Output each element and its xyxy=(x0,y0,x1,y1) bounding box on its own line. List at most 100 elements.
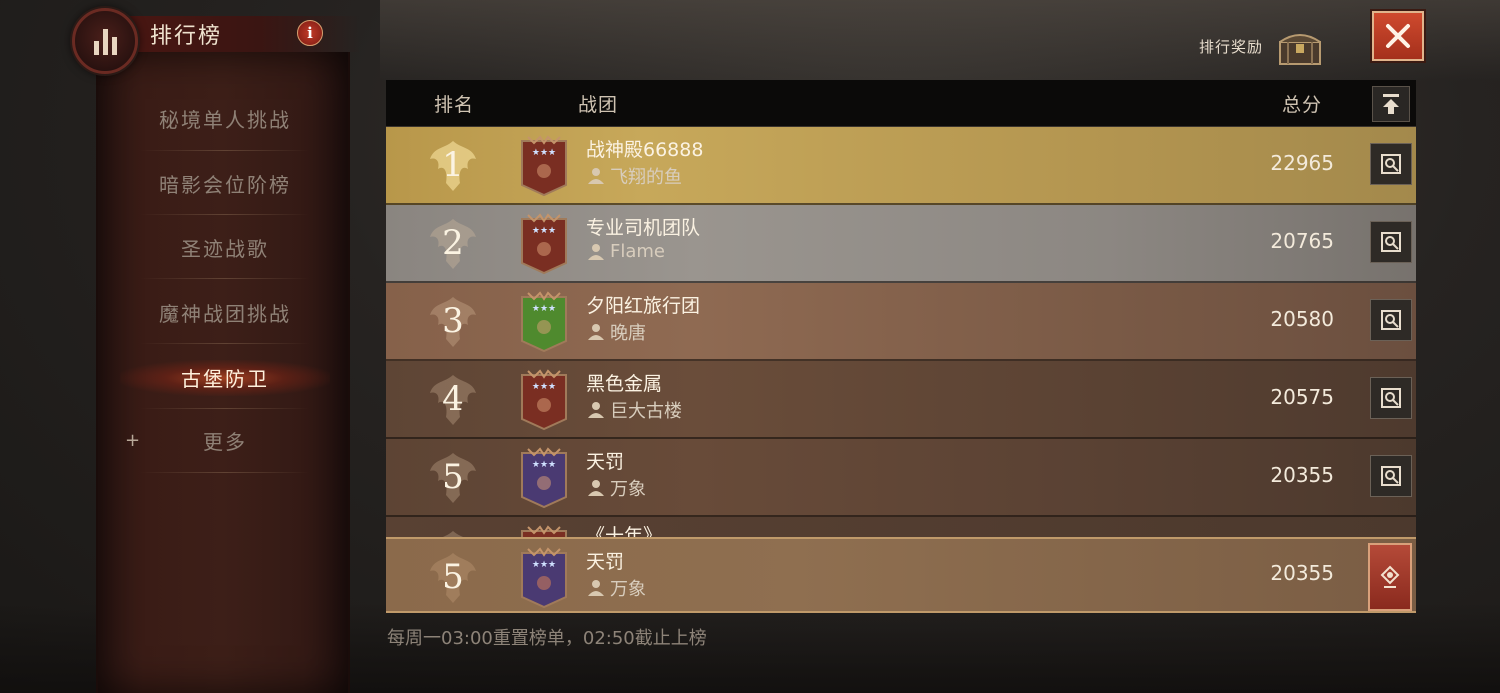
background-arch xyxy=(380,0,1500,90)
scroll-to-top-button[interactable] xyxy=(1372,86,1410,122)
rank-badge: 5 xyxy=(422,547,484,607)
leader-name: 飞翔的鱼 xyxy=(610,167,682,188)
guild-leader: Flame xyxy=(586,241,665,262)
treasure-chest-icon[interactable] xyxy=(1276,28,1324,66)
rank-number: 2 xyxy=(442,223,464,263)
my-guild-row: 5 ★★★ 天罚 万象 20355 xyxy=(386,537,1416,613)
rank-badge: 4 xyxy=(422,369,484,429)
leader-person-icon xyxy=(588,168,604,184)
table-row: 2 ★★★ 专业司机团队 Flame 20765 xyxy=(386,205,1416,283)
rank-badge: 2 xyxy=(422,213,484,273)
sidebar-item-castle-defense[interactable]: 古堡防卫 xyxy=(130,345,320,409)
leader-person-icon xyxy=(588,243,604,260)
view-guild-button[interactable] xyxy=(1370,377,1412,419)
sidebar-item-label: 魔神战团挑战 xyxy=(159,301,291,326)
table-row: 5 ★★★ 天罚 万象 20355 xyxy=(386,439,1416,517)
guild-banner-icon: ★★★ xyxy=(521,369,567,431)
view-details-icon xyxy=(1381,466,1401,486)
rank-badge: 3 xyxy=(422,291,484,351)
leader-name: 巨大古楼 xyxy=(610,401,682,422)
table-row: 3 ★★★ 夕阳红旅行团 晚唐 20580 xyxy=(386,283,1416,361)
guild-score: 20355 xyxy=(1270,561,1334,585)
view-details-icon xyxy=(1381,388,1401,408)
table-row: 1 ★★★ 战神殿66888 飞翔的鱼 22965 xyxy=(386,127,1416,205)
svg-text:★★★: ★★★ xyxy=(532,148,556,158)
svg-text:★★★: ★★★ xyxy=(532,460,556,470)
guild-name: 夕阳红旅行团 xyxy=(586,295,701,317)
view-guild-button[interactable] xyxy=(1370,143,1412,185)
svg-text:★★★: ★★★ xyxy=(532,304,556,314)
table-header: 排名 战团 总分 xyxy=(386,80,1416,127)
rank-badge: 1 xyxy=(422,135,484,195)
info-button[interactable]: i xyxy=(297,20,323,46)
sidebar-item-more[interactable]: 更多 xyxy=(130,408,320,472)
locate-marker-icon xyxy=(1380,565,1400,588)
guild-leader: 万象 xyxy=(586,575,646,601)
leader-person-icon xyxy=(588,324,604,340)
view-details-icon xyxy=(1381,232,1401,252)
svg-text:★★★: ★★★ xyxy=(532,226,556,236)
view-guild-button[interactable] xyxy=(1370,455,1412,497)
leader-name: Flame xyxy=(610,241,665,262)
reset-note: 每周一03:00重置榜单，02:50截止上榜 xyxy=(387,628,707,649)
sidebar-item-shadow-rank[interactable]: 暗影会位阶榜 xyxy=(130,151,320,215)
guild-leader: 巨大古楼 xyxy=(586,397,682,423)
leaderboard-icon xyxy=(72,8,138,74)
sidebar-item-label: 古堡防卫 xyxy=(181,366,269,391)
sidebar-divider xyxy=(140,278,310,279)
leader-name: 万象 xyxy=(610,579,646,600)
guild-leader: 晚唐 xyxy=(586,319,646,345)
close-icon xyxy=(1386,24,1410,48)
guild-name: 天罚 xyxy=(586,551,625,573)
guild-banner-icon: ★★★ xyxy=(521,135,567,197)
guild-score: 20765 xyxy=(1270,229,1334,253)
svg-text:★★★: ★★★ xyxy=(532,382,556,392)
guild-score: 20580 xyxy=(1270,307,1334,331)
leader-person-icon xyxy=(588,580,604,596)
guild-score: 22965 xyxy=(1270,151,1334,175)
sidebar-item-secret-realm[interactable]: 秘境单人挑战 xyxy=(130,86,320,150)
rank-number: 3 xyxy=(442,301,464,341)
sidebar-item-label: 更多 xyxy=(203,429,247,454)
rank-number: 5 xyxy=(442,557,464,597)
guild-leader: 万象 xyxy=(586,475,646,501)
guild-banner-icon: ★★★ xyxy=(521,213,567,275)
column-header-rank: 排名 xyxy=(434,94,475,116)
guild-name: 专业司机团队 xyxy=(586,217,701,239)
view-details-icon xyxy=(1381,154,1401,174)
sidebar-item-holy-warsong[interactable]: 圣迹战歌 xyxy=(130,215,320,279)
sidebar-item-label: 圣迹战歌 xyxy=(181,236,269,261)
sidebar-divider xyxy=(140,343,310,344)
rank-badge: 5 xyxy=(422,447,484,507)
guild-name: 战神殿66888 xyxy=(586,139,704,161)
rank-reward-label[interactable]: 排行奖励 xyxy=(1199,36,1263,57)
guild-name: 天罚 xyxy=(586,451,625,473)
rank-number: 4 xyxy=(442,379,464,419)
arrow-up-to-top-icon xyxy=(1383,94,1399,114)
guild-banner-icon: ★★★ xyxy=(521,547,567,609)
sidebar-divider xyxy=(140,472,310,473)
rank-number: 5 xyxy=(442,457,464,497)
view-guild-button[interactable] xyxy=(1370,299,1412,341)
sidebar-item-label: 秘境单人挑战 xyxy=(159,107,291,132)
my-guild-locate-button[interactable] xyxy=(1368,543,1412,611)
column-header-guild: 战团 xyxy=(578,94,619,116)
svg-text:★★★: ★★★ xyxy=(532,560,556,570)
guild-banner-icon: ★★★ xyxy=(521,447,567,509)
guild-score: 20355 xyxy=(1270,463,1334,487)
guild-leader: 飞翔的鱼 xyxy=(586,163,682,189)
column-header-score: 总分 xyxy=(1282,94,1323,116)
guild-name: 黑色金属 xyxy=(586,373,663,395)
leader-person-icon xyxy=(588,402,604,418)
table-row: 4 ★★★ 黑色金属 巨大古楼 20575 xyxy=(386,361,1416,439)
view-guild-button[interactable] xyxy=(1370,221,1412,263)
sidebar-item-demon-challenge[interactable]: 魔神战团挑战 xyxy=(130,280,320,344)
leader-person-icon xyxy=(588,480,604,496)
leader-name: 万象 xyxy=(610,479,646,500)
sidebar-item-label: 暗影会位阶榜 xyxy=(159,172,291,197)
page-title: 排行榜 xyxy=(150,24,223,49)
leader-name: 晚唐 xyxy=(610,323,646,344)
guild-score: 20575 xyxy=(1270,385,1334,409)
guild-banner-icon: ★★★ xyxy=(521,291,567,353)
close-button[interactable] xyxy=(1372,11,1424,61)
